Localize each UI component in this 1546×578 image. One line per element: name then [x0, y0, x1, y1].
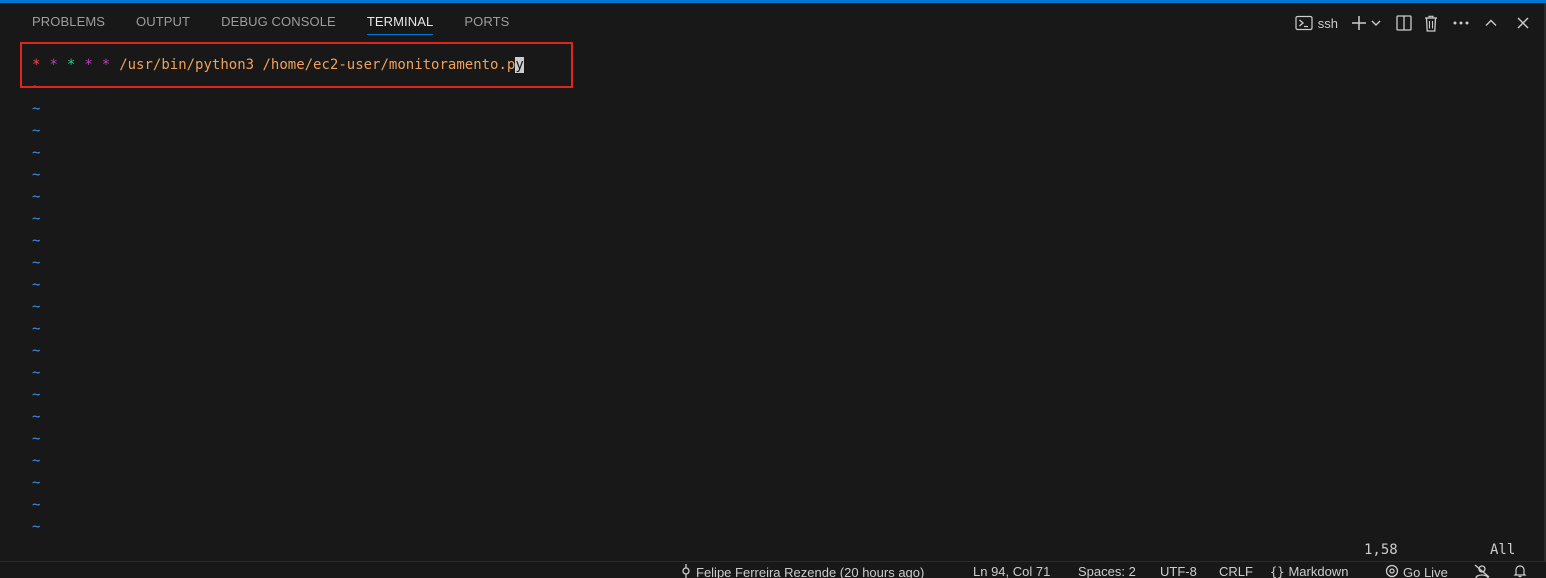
cron-command: /usr/bin/python3 /home/ec2-user/monitora… — [119, 57, 524, 73]
braces-icon: {} — [1270, 565, 1284, 578]
tab-debug-console[interactable]: DEBUG CONSOLE — [205, 8, 351, 32]
split-icon — [1396, 15, 1412, 31]
empty-line-tilde: ~ — [32, 428, 1544, 450]
empty-line-tilde: ~ — [32, 164, 1544, 186]
eol-text: CRLF — [1219, 564, 1253, 578]
text-cursor: y — [515, 57, 523, 73]
vim-status-line: 1,58 All — [0, 540, 1546, 562]
split-terminal-button[interactable] — [1396, 11, 1412, 35]
panel-top-border — [0, 0, 1546, 3]
tab-terminal[interactable]: TERMINAL — [351, 8, 449, 32]
indentation-text: Spaces: 2 — [1078, 564, 1136, 578]
language-mode-item[interactable]: {} Markdown — [1270, 564, 1348, 578]
panel-tabs: PROBLEMS OUTPUT DEBUG CONSOLE TERMINAL P… — [16, 8, 524, 38]
tab-problems[interactable]: PROBLEMS — [16, 8, 120, 32]
empty-line-tilde: ~ — [32, 450, 1544, 472]
empty-line-tilde: ~ — [32, 362, 1544, 384]
more-icon — [1452, 20, 1470, 26]
cron-star: * — [67, 57, 75, 73]
encoding-item[interactable]: UTF-8 — [1160, 564, 1197, 578]
accounts-item[interactable] — [1474, 564, 1490, 578]
encoding-text: UTF-8 — [1160, 564, 1197, 578]
maximize-panel-button[interactable] — [1484, 11, 1498, 35]
cron-command-text: /usr/bin/python3 /home/ec2-user/monitora… — [119, 57, 515, 73]
close-icon — [1516, 16, 1530, 30]
vim-scroll-indicator: All — [1490, 542, 1515, 558]
panel-actions: ssh — [1295, 11, 1530, 35]
terminal-panel: PROBLEMS OUTPUT DEBUG CONSOLE TERMINAL P… — [0, 0, 1546, 577]
plus-icon — [1350, 14, 1368, 32]
empty-line-tilde: ~ — [32, 142, 1544, 164]
language-mode-text: Markdown — [1288, 564, 1348, 578]
empty-line-tilde: ~ — [32, 230, 1544, 252]
empty-line-tilde: ~ — [32, 252, 1544, 274]
terminal-selector-button[interactable]: ssh — [1295, 11, 1338, 35]
empty-line-tilde: ~ — [32, 494, 1544, 516]
tab-label: PROBLEMS — [32, 14, 105, 29]
more-actions-button[interactable] — [1452, 11, 1470, 35]
empty-line-tilde: ~ — [32, 120, 1544, 142]
cursor-position-item[interactable]: Ln 94, Col 71 — [973, 564, 1050, 578]
git-blame-item[interactable]: Felipe Ferreira Rezende (20 hours ago) — [680, 564, 924, 578]
empty-line-tilde: ~ — [32, 296, 1544, 318]
tab-label: PORTS — [464, 14, 509, 29]
chevron-up-icon — [1484, 16, 1498, 30]
tab-label: OUTPUT — [136, 14, 190, 29]
bell-icon — [1513, 564, 1527, 578]
cron-star: * — [102, 57, 110, 73]
launch-profile-button[interactable] — [1370, 11, 1382, 35]
empty-line-tilde: ~ — [32, 318, 1544, 340]
notifications-item[interactable] — [1513, 564, 1527, 578]
close-panel-button[interactable] — [1516, 11, 1530, 35]
empty-line-tilde: ~ — [32, 406, 1544, 428]
tab-output[interactable]: OUTPUT — [120, 8, 205, 32]
git-blame-text: Felipe Ferreira Rezende (20 hours ago) — [696, 565, 924, 578]
terminal-icon — [1295, 15, 1313, 31]
chevron-down-icon — [1370, 17, 1382, 29]
empty-line-tilde: ~ — [32, 76, 1544, 98]
empty-line-tilde: ~ — [32, 98, 1544, 120]
status-bar: Felipe Ferreira Rezende (20 hours ago) L… — [0, 561, 1546, 578]
git-commit-icon — [680, 564, 692, 578]
empty-line-tilde: ~ — [32, 208, 1544, 230]
eol-item[interactable]: CRLF — [1219, 564, 1253, 578]
tab-label: DEBUG CONSOLE — [221, 14, 336, 29]
terminal-output[interactable]: * * * * * /usr/bin/python3 /home/ec2-user/mon… — [32, 54, 1544, 538]
cron-star: * — [32, 57, 40, 73]
empty-line-tilde: ~ — [32, 384, 1544, 406]
broadcast-icon — [1385, 564, 1399, 578]
cron-star: * — [84, 57, 92, 73]
new-terminal-button[interactable] — [1350, 11, 1368, 35]
empty-line-tilde: ~ — [32, 516, 1544, 538]
empty-buffer-lines: ~~~~~~~~~~~~~~~~~~~~~ — [32, 76, 1544, 538]
cron-star: * — [49, 57, 57, 73]
go-live-text: Go Live — [1403, 565, 1448, 578]
empty-line-tilde: ~ — [32, 186, 1544, 208]
tab-ports[interactable]: PORTS — [448, 8, 524, 32]
indentation-item[interactable]: Spaces: 2 — [1078, 564, 1136, 578]
terminal-name: ssh — [1318, 16, 1338, 31]
cursor-position-text: Ln 94, Col 71 — [973, 564, 1050, 578]
tab-label: TERMINAL — [367, 14, 434, 35]
trash-icon — [1424, 15, 1438, 32]
go-live-item[interactable]: Go Live — [1385, 564, 1448, 578]
empty-line-tilde: ~ — [32, 274, 1544, 296]
account-icon — [1474, 564, 1490, 578]
vim-cursor-position: 1,58 — [1364, 542, 1398, 558]
empty-line-tilde: ~ — [32, 340, 1544, 362]
crontab-entry: * * * * * /usr/bin/python3 /home/ec2-user/mon… — [32, 54, 1544, 76]
empty-line-tilde: ~ — [32, 472, 1544, 494]
kill-terminal-button[interactable] — [1424, 11, 1438, 35]
